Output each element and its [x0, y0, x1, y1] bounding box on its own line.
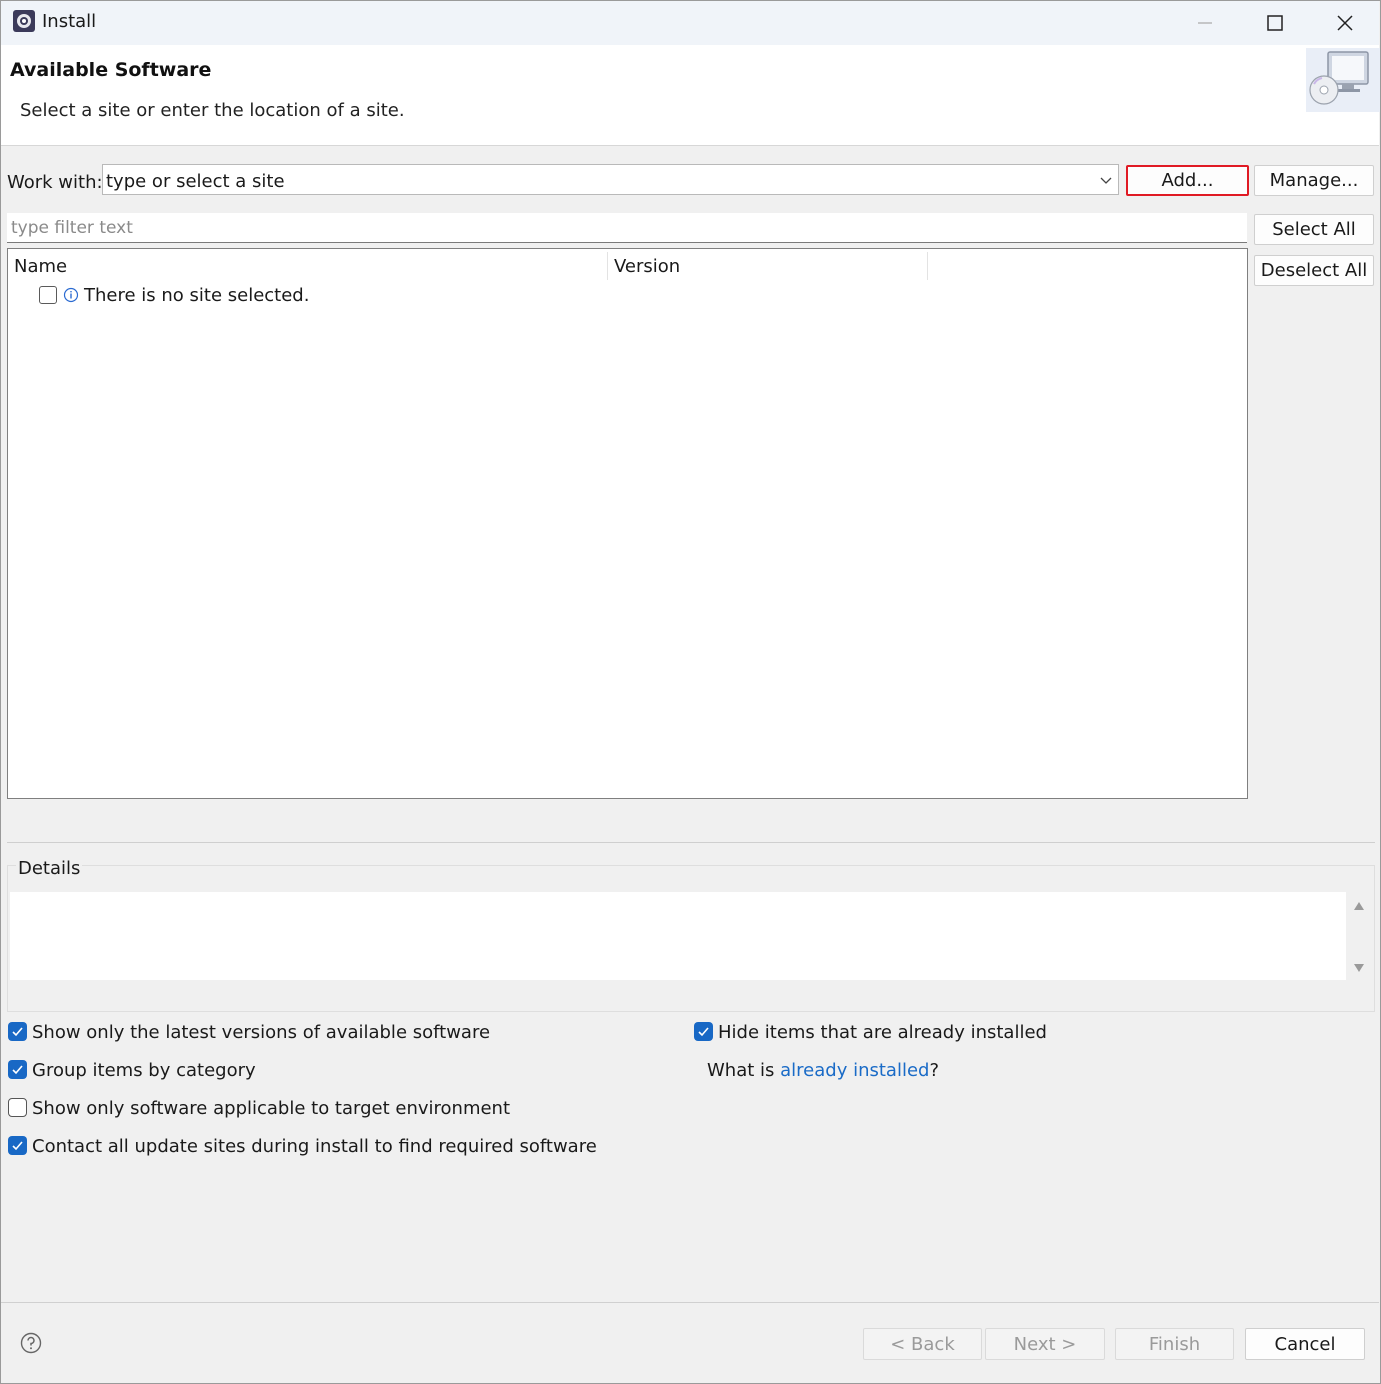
minimize-button[interactable]: [1170, 1, 1240, 45]
select-all-button[interactable]: Select All: [1254, 214, 1374, 245]
page-title: Available Software: [10, 59, 212, 81]
close-button[interactable]: [1310, 1, 1380, 45]
deselect-all-button[interactable]: Deselect All: [1254, 255, 1374, 286]
target-environment-label[interactable]: Show only software applicable to target …: [32, 1098, 510, 1119]
scroll-up-arrow-icon[interactable]: [1352, 900, 1366, 912]
details-label: Details: [16, 858, 83, 879]
hide-installed-label[interactable]: Hide items that are already installed: [718, 1022, 1047, 1043]
scroll-down-arrow-icon[interactable]: [1352, 962, 1366, 974]
page-description: Select a site or enter the location of a…: [20, 100, 405, 121]
cancel-button[interactable]: Cancel: [1245, 1328, 1365, 1360]
add-button[interactable]: Add...: [1126, 165, 1249, 196]
help-icon[interactable]: [20, 1332, 42, 1354]
already-installed-link[interactable]: already installed: [780, 1060, 929, 1081]
software-tree[interactable]: [7, 248, 1248, 799]
column-divider[interactable]: [607, 252, 608, 280]
group-by-category-label[interactable]: Group items by category: [32, 1060, 256, 1081]
contact-all-sites-label[interactable]: Contact all update sites during install …: [32, 1136, 597, 1157]
row-checkbox[interactable]: [39, 286, 57, 304]
install-software-icon: [1306, 48, 1380, 112]
column-header-version[interactable]: Version: [614, 256, 680, 277]
eclipse-app-icon: [13, 10, 35, 32]
checkmark-icon: [12, 1065, 23, 1075]
minimize-icon: [1198, 22, 1212, 24]
next-button[interactable]: Next >: [985, 1328, 1105, 1360]
site-combo-value: type or select a site: [106, 171, 285, 192]
column-divider[interactable]: [927, 252, 928, 280]
what-is-installed-text: What is already installed?: [707, 1060, 939, 1081]
footer-divider: [1, 1302, 1379, 1303]
window-title: Install: [42, 11, 97, 32]
filter-input[interactable]: [7, 213, 1247, 243]
latest-versions-label[interactable]: Show only the latest versions of availab…: [32, 1022, 490, 1043]
group-by-category-checkbox[interactable]: [8, 1060, 27, 1079]
what-is-suffix: ?: [929, 1060, 940, 1081]
finish-button[interactable]: Finish: [1115, 1328, 1234, 1360]
chevron-down-icon[interactable]: [1098, 172, 1114, 188]
checkmark-icon: [698, 1027, 709, 1037]
contact-all-sites-checkbox[interactable]: [8, 1136, 27, 1155]
details-text-area[interactable]: [10, 892, 1346, 980]
back-button[interactable]: < Back: [863, 1328, 982, 1360]
list-item[interactable]: There is no site selected.: [84, 285, 309, 306]
manage-button[interactable]: Manage...: [1254, 165, 1374, 196]
column-header-name[interactable]: Name: [14, 256, 67, 277]
checkmark-icon: [12, 1141, 23, 1151]
maximize-button[interactable]: [1240, 1, 1310, 45]
checkmark-icon: [12, 1027, 23, 1037]
close-icon: [1337, 15, 1353, 31]
work-with-label: Work with:: [7, 172, 103, 193]
what-is-prefix: What is: [707, 1060, 781, 1081]
info-icon: [63, 287, 79, 303]
latest-versions-checkbox[interactable]: [8, 1022, 27, 1041]
sash-divider[interactable]: [7, 842, 1375, 843]
hide-installed-checkbox[interactable]: [694, 1022, 713, 1041]
target-environment-checkbox[interactable]: [8, 1098, 27, 1117]
maximize-icon: [1267, 15, 1283, 31]
